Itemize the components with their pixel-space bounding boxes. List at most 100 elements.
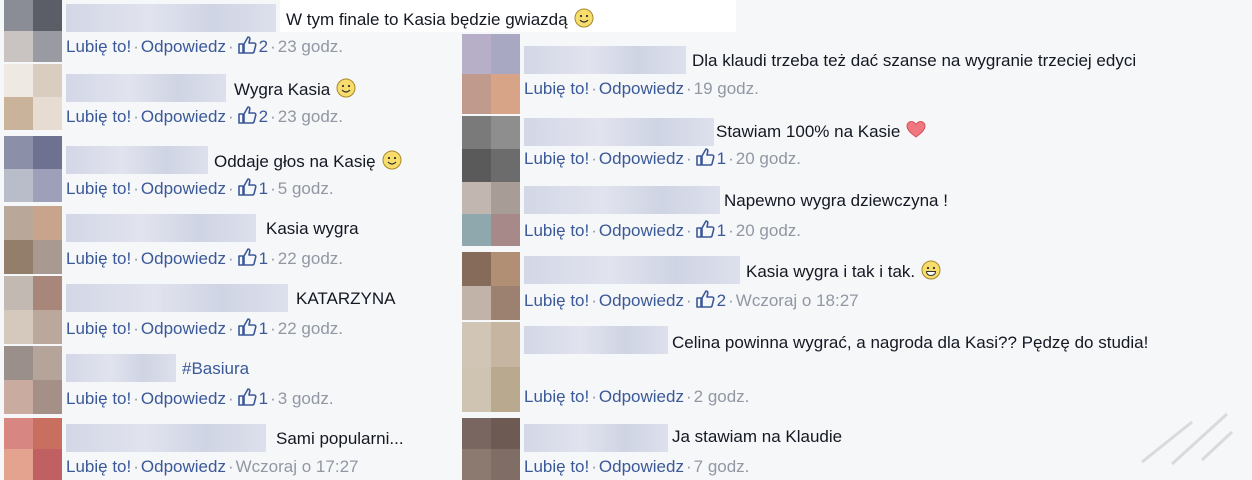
timestamp[interactable]: 23 godz. bbox=[278, 37, 343, 56]
timestamp[interactable]: 2 godz. bbox=[694, 387, 750, 406]
separator: · bbox=[227, 107, 234, 126]
like-link[interactable]: Lubię to! bbox=[524, 221, 589, 240]
comment-actions: Lubię to! · Odpowiedz · 1 · 5 godz. bbox=[66, 176, 334, 202]
like-count[interactable]: 2 bbox=[236, 106, 268, 126]
like-count[interactable]: 1 bbox=[236, 248, 268, 268]
timestamp[interactable]: 20 godz. bbox=[736, 149, 801, 168]
avatar[interactable] bbox=[4, 346, 62, 414]
comment-text: Oddaje głos na Kasię bbox=[214, 150, 402, 173]
author-name-blurred[interactable] bbox=[524, 186, 720, 214]
separator: · bbox=[591, 457, 597, 476]
like-count-number: 1 bbox=[716, 149, 727, 168]
like-link[interactable]: Lubię to! bbox=[66, 319, 131, 338]
reply-link[interactable]: Odpowiedz bbox=[599, 457, 684, 476]
avatar[interactable] bbox=[462, 418, 520, 480]
like-count[interactable]: 1 bbox=[236, 388, 269, 408]
reply-link[interactable]: Odpowiedz bbox=[141, 179, 226, 198]
avatar[interactable] bbox=[462, 116, 520, 182]
avatar[interactable] bbox=[4, 276, 62, 344]
reply-link[interactable]: Odpowiedz bbox=[141, 249, 226, 268]
like-link[interactable]: Lubię to! bbox=[524, 387, 589, 406]
like-count[interactable]: 1 bbox=[694, 220, 726, 240]
timestamp[interactable]: 20 godz. bbox=[736, 221, 801, 240]
author-name-blurred[interactable] bbox=[524, 46, 686, 74]
reply-link[interactable]: Odpowiedz bbox=[141, 107, 226, 126]
like-count[interactable]: 1 bbox=[694, 148, 727, 168]
reply-link[interactable]: Odpowiedz bbox=[141, 389, 226, 408]
like-link[interactable]: Lubię to! bbox=[66, 179, 131, 198]
thumbs-up-icon bbox=[237, 318, 257, 336]
separator: · bbox=[728, 149, 734, 168]
comment-actions: Lubię to! · Odpowiedz · 2 · 23 godz. bbox=[66, 34, 343, 60]
reply-link[interactable]: Odpowiedz bbox=[599, 149, 684, 168]
avatar[interactable] bbox=[462, 322, 520, 412]
like-link[interactable]: Lubię to! bbox=[524, 149, 589, 168]
avatar[interactable] bbox=[462, 34, 520, 114]
author-name-blurred[interactable] bbox=[66, 284, 288, 312]
reply-link[interactable]: Odpowiedz bbox=[599, 79, 684, 98]
author-name-blurred[interactable] bbox=[66, 146, 208, 174]
comment-item: Oddaje głos na Kasię Lubię to! · Odpowiedz ·… bbox=[0, 136, 458, 202]
author-name-blurred[interactable] bbox=[524, 118, 714, 146]
author-name-blurred[interactable] bbox=[66, 424, 266, 452]
author-name-blurred[interactable] bbox=[66, 214, 256, 242]
separator: · bbox=[591, 387, 597, 406]
comment-text: Ja stawiam na Klaudie bbox=[672, 426, 842, 448]
timestamp[interactable]: 5 godz. bbox=[278, 179, 334, 198]
like-link[interactable]: Lubię to! bbox=[66, 457, 131, 476]
like-count[interactable]: 2 bbox=[694, 290, 727, 310]
timestamp[interactable]: Wczoraj o 18:27 bbox=[736, 291, 859, 310]
comment-text: KATARZYNA bbox=[296, 288, 396, 310]
avatar[interactable] bbox=[4, 64, 62, 130]
separator: · bbox=[685, 149, 692, 168]
timestamp[interactable]: 7 godz. bbox=[694, 457, 750, 476]
comment-item: Stawiam 100% na Kasie Lubię to! · Odpowiedz… bbox=[458, 116, 1252, 182]
like-link[interactable]: Lubię to! bbox=[66, 389, 131, 408]
separator: · bbox=[270, 319, 276, 338]
reply-link[interactable]: Odpowiedz bbox=[599, 221, 684, 240]
comment-actions: Lubię to! · Odpowiedz · 2 · 23 godz. bbox=[66, 104, 343, 130]
separator: · bbox=[270, 249, 276, 268]
timestamp[interactable]: 22 godz. bbox=[278, 249, 343, 268]
author-name-blurred[interactable] bbox=[66, 4, 276, 32]
timestamp[interactable]: 3 godz. bbox=[278, 389, 334, 408]
comment-actions: Lubię to! · Odpowiedz · 1 · 3 godz. bbox=[66, 386, 334, 412]
comment-text-content: Napewno wygra dziewczyna ! bbox=[724, 191, 948, 210]
like-count[interactable]: 1 bbox=[236, 178, 268, 198]
timestamp[interactable]: Wczoraj o 17:27 bbox=[236, 457, 359, 476]
avatar[interactable] bbox=[462, 252, 520, 320]
reply-link[interactable]: Odpowiedz bbox=[141, 457, 226, 476]
comment-text-content: KATARZYNA bbox=[296, 289, 396, 308]
avatar[interactable] bbox=[4, 418, 62, 480]
like-count[interactable]: 2 bbox=[236, 36, 268, 56]
author-name-blurred[interactable] bbox=[524, 256, 740, 284]
avatar[interactable] bbox=[4, 0, 62, 62]
avatar[interactable] bbox=[4, 136, 62, 202]
like-link[interactable]: Lubię to! bbox=[66, 37, 131, 56]
author-name-blurred[interactable] bbox=[524, 424, 668, 452]
like-link[interactable]: Lubię to! bbox=[524, 457, 589, 476]
reply-link[interactable]: Odpowiedz bbox=[141, 319, 226, 338]
avatar[interactable] bbox=[4, 206, 62, 274]
reply-link[interactable]: Odpowiedz bbox=[599, 387, 684, 406]
reply-link[interactable]: Odpowiedz bbox=[599, 291, 684, 310]
like-link[interactable]: Lubię to! bbox=[524, 291, 589, 310]
comment-text-content: Wygra Kasia bbox=[234, 80, 331, 99]
author-name-blurred[interactable] bbox=[66, 74, 226, 102]
like-link[interactable]: Lubię to! bbox=[66, 249, 131, 268]
timestamp[interactable]: 22 godz. bbox=[278, 319, 343, 338]
thumbs-up-icon bbox=[237, 106, 257, 124]
like-link[interactable]: Lubię to! bbox=[66, 107, 131, 126]
comment-text-content: Celina powinna wygrać, a nagroda dla Kas… bbox=[672, 333, 1149, 352]
like-count-number: 2 bbox=[716, 291, 727, 310]
avatar[interactable] bbox=[462, 182, 520, 246]
like-link[interactable]: Lubię to! bbox=[524, 79, 589, 98]
like-count-number: 1 bbox=[258, 389, 269, 408]
timestamp[interactable]: 19 godz. bbox=[694, 79, 759, 98]
reply-link[interactable]: Odpowiedz bbox=[141, 37, 226, 56]
watermark-logo bbox=[1141, 412, 1234, 466]
author-name-blurred[interactable] bbox=[66, 354, 176, 382]
timestamp[interactable]: 23 godz. bbox=[278, 107, 343, 126]
separator: · bbox=[591, 149, 597, 168]
like-count[interactable]: 1 bbox=[236, 318, 268, 338]
